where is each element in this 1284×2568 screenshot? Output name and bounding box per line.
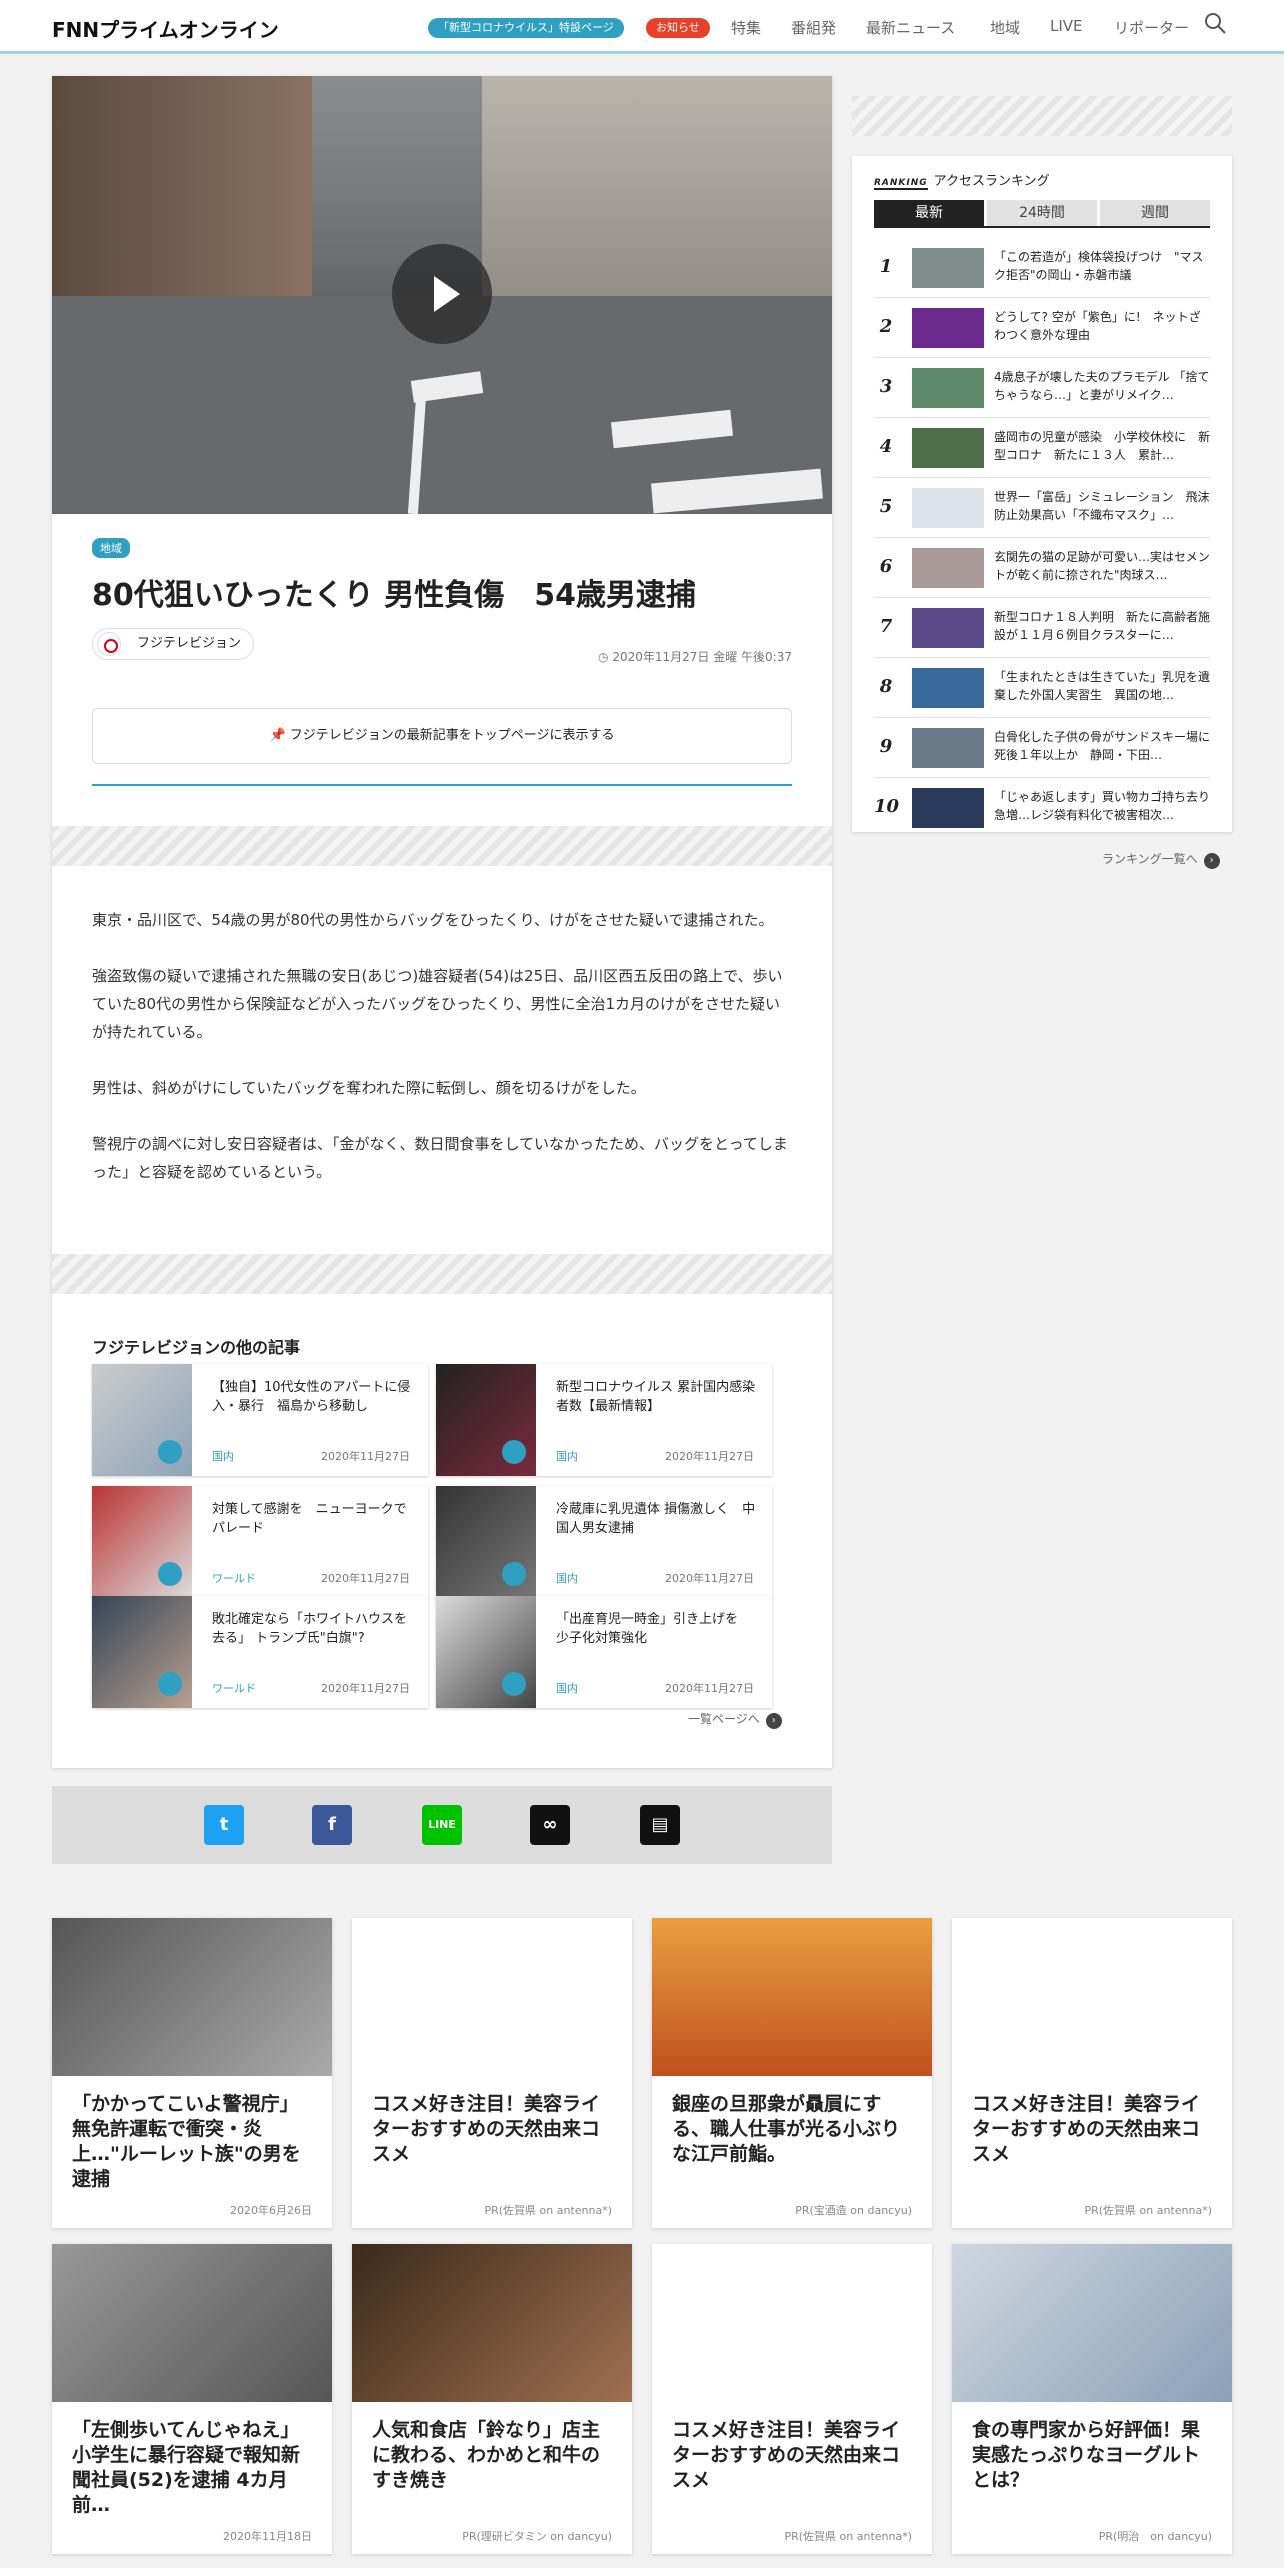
access-ranking: RANKING アクセスランキング 最新 24時間 週間 1 「この若造が」検体袋投… <box>852 156 1232 832</box>
ranking-item[interactable]: 6 玄関先の猫の足跡が可愛い…実はセメントが乾く前に捺された"肉球ス… <box>874 538 1210 598</box>
source-name: フジテレビジョン <box>137 636 242 651</box>
video-icon <box>502 1672 526 1696</box>
tab-24h[interactable]: 24時間 <box>987 200 1097 226</box>
paragraph: 東京・品川区で、54歳の男が80代の男性からバッグをひったくり、けがをさせた疑い… <box>92 911 774 929</box>
publish-date: ◷ 2020年11月27日 金曜 午後0:37 <box>598 650 792 664</box>
video-icon <box>158 1562 182 1586</box>
comment-icon[interactable]: ▤ <box>640 1805 680 1845</box>
related-article-card[interactable]: 【独自】10代女性のアパートに侵入・暴行 福島から移動し 国内 2020年11月… <box>92 1364 428 1476</box>
line-icon[interactable]: LINE <box>422 1805 462 1845</box>
source-badge[interactable]: フジテレビジョン <box>92 628 255 660</box>
recommend-card[interactable]: 人気和食店「鈴なり」店主に教わる、わかめと和牛のすき焼き PR(理研ビタミン on… <box>352 2244 632 2554</box>
nav-latest-news[interactable]: 最新ニュース <box>866 17 955 38</box>
paragraph: 強盗致傷の疑いで逮捕された無職の安日(あじつ)雄容疑者(54)は25日、品川区西… <box>92 967 783 1041</box>
video-icon <box>502 1440 526 1464</box>
ranking-tabs: 最新 24時間 週間 <box>874 200 1210 228</box>
nav-programs[interactable]: 番組発 <box>791 17 836 38</box>
video-icon <box>158 1672 182 1696</box>
tab-weekly[interactable]: 週間 <box>1100 200 1210 226</box>
ad-placeholder <box>52 1254 832 1294</box>
recommend-card[interactable]: 「左側歩いてんじゃねえ」小学生に暴行容疑で報知新聞社員(52)を逮捕 4カ月前…… <box>52 2244 332 2554</box>
video-player[interactable] <box>52 76 832 514</box>
related-article-card[interactable]: 「出産育児一時金」引き上げを 少子化対策強化 国内 2020年11月27日 <box>436 1596 772 1708</box>
site-logo[interactable]: FNNプライムオンライン <box>52 14 279 43</box>
facebook-icon[interactable]: f <box>312 1805 352 1845</box>
nav-reporter[interactable]: リポーター <box>1114 17 1189 38</box>
chevron-right-icon: › <box>765 1713 782 1729</box>
site-header: FNNプライムオンライン 「新型コロナウイルス」特設ページ お知らせ 特集 番組… <box>0 0 1284 54</box>
related-article-card[interactable]: 対策して感謝を ニューヨークでパレード ワールド 2020年11月27日 <box>92 1486 428 1598</box>
recommend-card[interactable]: 食の専門家から好評価！果実感たっぷりなヨーグルトとは？ PR(明治 on danc… <box>952 2244 1232 2554</box>
recommend-card[interactable]: コスメ好き注目！美容ライターおすすめの天然由来コスメ PR(佐賀県 on ante… <box>952 1918 1232 2228</box>
related-article-card[interactable]: 敗北確定なら「ホワイトハウスを去る」 トランプ氏"白旗"? ワールド 2020年… <box>92 1596 428 1708</box>
recommend-card[interactable]: コスメ好き注目！美容ライターおすすめの天然由来コスメ PR(佐賀県 on ante… <box>652 2244 932 2554</box>
recommend-card[interactable]: 銀座の旦那衆が贔屓にする、職人仕事が光る小ぶりな江戸前鮨。 PR(宝酒造 on d… <box>652 1918 932 2228</box>
article-title: 80代狙いひったくり 男性負傷 54歳男逮捕 <box>92 578 696 613</box>
ranking-item[interactable]: 8 「生まれたときは生きていた」乳児を遺棄した外国人実習生 異国の地… <box>874 658 1210 718</box>
related-article-card[interactable]: 新型コロナウイルス 累計国内感染者数【最新情報】 国内 2020年11月27日 <box>436 1364 772 1476</box>
category-tag[interactable]: 地域 <box>92 538 130 558</box>
video-icon <box>158 1440 182 1464</box>
ranking-item[interactable]: 9 白骨化した子供の骨がサンドスキー場に 死後１年以上か 静岡・下田… <box>874 718 1210 778</box>
chevron-right-icon: › <box>1203 853 1220 869</box>
ranking-heading: RANKING アクセスランキング <box>874 174 1050 190</box>
ranking-more-link[interactable]: ランキング一覧へ › <box>1102 850 1220 869</box>
recommend-card[interactable]: コスメ好き注目！美容ライターおすすめの天然由来コスメ PR(佐賀県 on ante… <box>352 1918 632 2228</box>
play-icon[interactable] <box>392 244 492 344</box>
article-column: 地域 80代狙いひったくり 男性負傷 54歳男逮捕 フジテレビジョン ◷ 202… <box>52 76 832 1768</box>
ranking-item[interactable]: 7 新型コロナ１８人判明 新たに高齢者施設が１１月６例目クラスターに… <box>874 598 1210 658</box>
link-icon[interactable]: ∞ <box>530 1805 570 1845</box>
ad-placeholder <box>52 826 832 866</box>
pin-icon: 📌 <box>269 728 286 743</box>
recommend-card[interactable]: 「かかってこいよ警視庁」無免許運転で衝突・炎上…"ルーレット族"の男を逮捕 202… <box>52 1918 332 2228</box>
search-icon[interactable] <box>1204 12 1226 36</box>
ranking-item[interactable]: 10 「じゃあ返します」買い物カゴ持ち去り急増…レジ袋有料化で被害相次… <box>874 778 1210 838</box>
fuji-tv-logo-icon <box>97 632 121 656</box>
covid-special-link[interactable]: 「新型コロナウイルス」特設ページ <box>428 18 624 38</box>
paragraph: 男性は、斜めがけにしていたバッグを奪われた際に転倒し、顔を切るけがをした。 <box>92 1079 646 1097</box>
ranking-item[interactable]: 5 世界一「富岳」シミュレーション 飛沫防止効果高い「不織布マスク」… <box>874 478 1210 538</box>
related-article-card[interactable]: 冷蔵庫に乳児遺体 損傷激しく 中国人男女逮捕 国内 2020年11月27日 <box>436 1486 772 1598</box>
nav-region[interactable]: 地域 <box>990 17 1020 38</box>
article-body: 東京・品川区で、54歳の男が80代の男性からバッグをひったくり、けがをさせた疑い… <box>92 906 792 1214</box>
nav-live[interactable]: LIVE <box>1050 17 1083 35</box>
tab-latest[interactable]: 最新 <box>874 200 984 226</box>
nav-feature[interactable]: 特集 <box>731 17 761 38</box>
ranking-item[interactable]: 4 盛岡市の児童が感染 小学校休校に 新型コロナ 新たに１３人 累計… <box>874 418 1210 478</box>
ranking-item[interactable]: 2 どうして? 空が「紫色」に! ネットざわつく意外な理由 <box>874 298 1210 358</box>
notice-link[interactable]: お知らせ <box>646 18 710 38</box>
share-bar: t f LINE ∞ ▤ <box>52 1786 832 1864</box>
paragraph: 警視庁の調べに対し安日容疑者は、「金がなく、数日間食事をしていなかったため、バッ… <box>92 1135 788 1181</box>
video-icon <box>502 1562 526 1586</box>
pin-source-button[interactable]: 📌 フジテレビジョンの最新記事をトップページに表示する <box>92 708 792 764</box>
divider <box>92 784 792 786</box>
ranking-item[interactable]: 3 4歳息子が壊した夫のプラモデル 「捨てちゃうなら…」と妻がリメイク… <box>874 358 1210 418</box>
other-articles-more-link[interactable]: 一覧ページへ › <box>688 1710 782 1729</box>
other-articles-heading: フジテレビジョンの他の記事 <box>92 1338 301 1357</box>
ranking-item[interactable]: 1 「この若造が」検体袋投げつけ "マスク拒否"の岡山・赤磐市議 <box>874 238 1210 298</box>
sidebar-ad-placeholder <box>852 96 1232 136</box>
twitter-icon[interactable]: t <box>204 1805 244 1845</box>
